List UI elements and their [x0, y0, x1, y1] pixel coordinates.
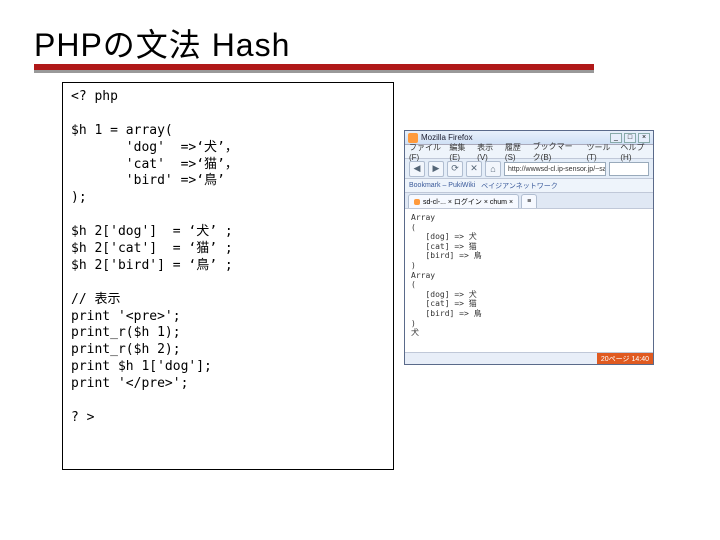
menu-history[interactable]: 履歴(S)	[505, 142, 527, 162]
back-button[interactable]: ◀	[409, 161, 425, 177]
tab-active[interactable]: sd-cl-... × ログイン × chum ×	[408, 194, 519, 208]
slide: PHPの文法 Hash <? php $h 1 = array( 'dog' =…	[0, 0, 720, 540]
browser-menubar: ファイル(F) 編集(E) 表示(V) 履歴(S) ブックマーク(B) ツール(…	[405, 145, 653, 159]
menu-file[interactable]: ファイル(F)	[409, 142, 443, 162]
title-rule-shadow	[34, 70, 594, 73]
menu-bookmarks[interactable]: ブックマーク(B)	[533, 141, 581, 163]
menu-view[interactable]: 表示(V)	[477, 142, 499, 162]
reload-button[interactable]: ⟳	[447, 161, 463, 177]
home-button[interactable]: ⌂	[485, 161, 501, 177]
bookmark-bar: Bookmark – PukiWiki ベイジアンネットワーク	[405, 179, 653, 193]
browser-window: Mozilla Firefox _ □ × ファイル(F) 編集(E) 表示(V…	[404, 130, 654, 365]
forward-button[interactable]: ▶	[428, 161, 444, 177]
browser-toolbar: ◀ ▶ ⟳ ✕ ⌂ http://wwwsd-cl.ip-sensor.jp/~…	[405, 159, 653, 179]
status-right: 20ページ 14:40	[597, 353, 653, 364]
tab-favicon-icon	[414, 199, 420, 205]
status-bar: 20ページ 14:40	[405, 352, 653, 364]
slide-title: PHPの文法 Hash	[0, 0, 720, 72]
tab-label: sd-cl-... × ログイン × chum ×	[423, 197, 513, 207]
stop-button[interactable]: ✕	[466, 161, 482, 177]
code-block: <? php $h 1 = array( 'dog' =>‘犬’， 'cat' …	[62, 82, 394, 470]
address-bar[interactable]: http://wwwsd-cl.ip-sensor.jp/~sakae/30fi…	[504, 162, 606, 176]
tab-list-icon: ≡	[527, 198, 531, 205]
tab-list-button[interactable]: ≡	[521, 194, 537, 208]
tab-strip: sd-cl-... × ログイン × chum × ≡	[405, 193, 653, 209]
bookmark-item-2[interactable]: ベイジアンネットワーク	[481, 181, 558, 191]
menu-help[interactable]: ヘルプ(H)	[620, 142, 649, 162]
search-box[interactable]	[609, 162, 649, 176]
bookmark-item-1[interactable]: Bookmark – PukiWiki	[409, 182, 475, 189]
menu-edit[interactable]: 編集(E)	[449, 142, 471, 162]
browser-content: Array ( [dog] => 犬 [cat] => 猫 [bird] => …	[405, 209, 653, 352]
menu-tools[interactable]: ツール(T)	[587, 142, 615, 162]
